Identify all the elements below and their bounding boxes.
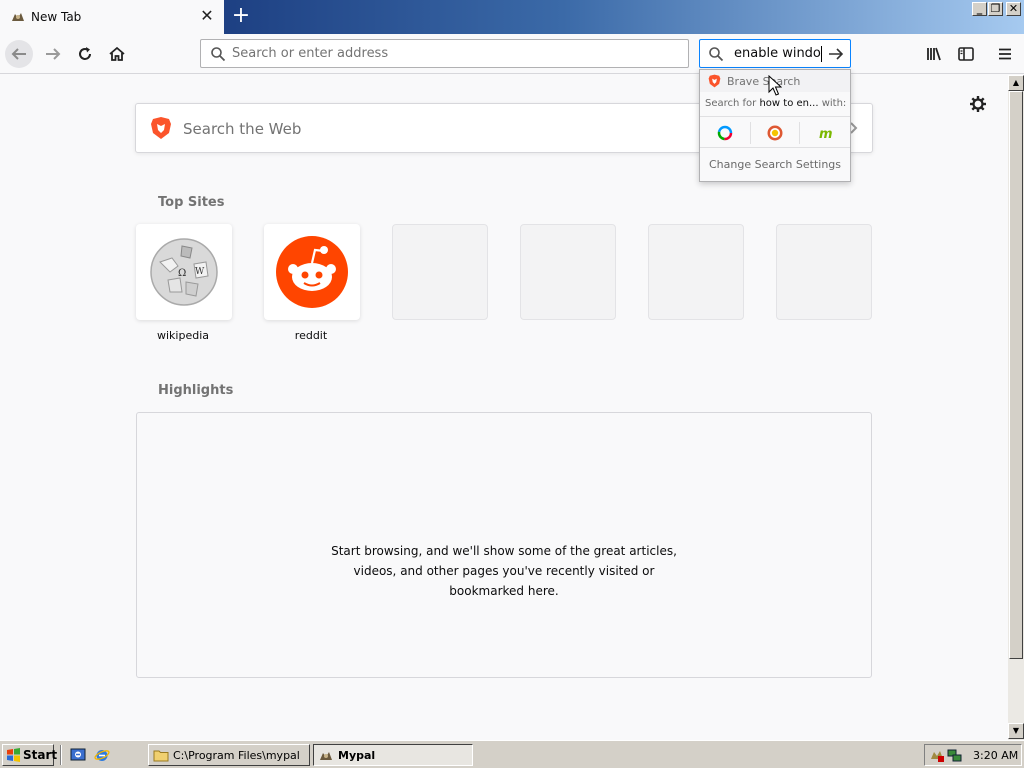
home-button[interactable] [103, 40, 131, 68]
reload-icon [79, 47, 91, 60]
address-placeholder: Search or enter address [232, 46, 389, 61]
text-caret [821, 46, 822, 62]
internet-explorer-icon[interactable] [94, 747, 110, 763]
go-arrow-icon[interactable] [828, 46, 844, 62]
gear-icon[interactable] [968, 94, 988, 114]
search-for-suffix: with: [818, 98, 847, 109]
web-search-placeholder: Search the Web [183, 120, 302, 138]
highlights-title: Highlights [158, 383, 234, 398]
tab-title: New Tab [31, 10, 82, 24]
top-site-tile-wikipedia[interactable]: Ω W [136, 224, 232, 320]
change-search-settings[interactable]: Change Search Settings [700, 158, 850, 171]
scroll-up-arrow-icon[interactable]: ▲ [1008, 75, 1024, 91]
tray-app-icon[interactable] [929, 747, 945, 763]
library-button[interactable] [920, 40, 948, 68]
sidebar-icon [958, 47, 974, 61]
mypal-app-icon [320, 752, 332, 760]
search-bar[interactable]: enable window [699, 39, 851, 68]
top-site-empty-tile [520, 224, 616, 320]
mojeek-icon: m [819, 127, 833, 141]
engine-button-mojeek[interactable]: m [800, 122, 850, 144]
wikipedia-icon: Ω W [150, 238, 218, 306]
library-icon [927, 47, 941, 61]
one-off-engines: m [700, 116, 850, 148]
taskbar-separator [60, 745, 62, 765]
svg-text:Ω: Ω [178, 268, 186, 279]
start-button[interactable]: Start [2, 744, 58, 766]
network-icon[interactable] [947, 747, 963, 763]
search-for-line: Search for how to en... with: [705, 98, 846, 109]
top-site-empty-tile [392, 224, 488, 320]
reload-button[interactable] [71, 40, 99, 68]
engine-button-qwant[interactable] [700, 122, 750, 144]
close-tab-icon[interactable]: ✕ [199, 8, 215, 24]
search-icon [709, 47, 724, 62]
system-tray: 3:20 AM [924, 744, 1022, 766]
task-label: C:\Program Files\mypal [173, 749, 300, 762]
top-site-empty-tile [648, 224, 744, 320]
home-icon [109, 46, 125, 61]
forward-button[interactable] [39, 40, 67, 68]
svg-text:m: m [819, 127, 833, 141]
top-site-empty-tile [776, 224, 872, 320]
back-button[interactable] [5, 40, 33, 68]
search-input-value: enable window [734, 46, 822, 61]
tab-new-tab[interactable]: New Tab ✕ [0, 0, 224, 34]
mypal-favicon-icon [12, 13, 24, 21]
close-window-button[interactable]: ✕ [1006, 2, 1021, 16]
scroll-down-arrow-icon[interactable]: ▼ [1008, 723, 1024, 739]
taskbar-task-mypal[interactable]: Mypal [313, 744, 473, 766]
windows-logo-icon [7, 748, 20, 762]
highlights-empty-message: Start browsing, and we'll show some of t… [331, 544, 677, 598]
taskbar-task-folder[interactable]: C:\Program Files\mypal [148, 744, 310, 766]
chevron-right-icon[interactable] [850, 122, 858, 134]
hamburger-menu-icon [999, 48, 1011, 60]
show-desktop-icon[interactable] [70, 747, 86, 763]
engine-button-duckduckgo[interactable] [750, 122, 800, 144]
search-for-prefix: Search for [705, 98, 760, 109]
minimize-button[interactable]: _ [972, 2, 987, 16]
forward-arrow-icon [46, 48, 61, 60]
search-icon [211, 47, 226, 62]
new-tab-button[interactable]: + [231, 5, 251, 27]
sidebar-button[interactable] [952, 40, 980, 68]
brave-logo-icon [151, 117, 171, 139]
mouse-cursor-icon [768, 75, 782, 96]
reddit-icon [276, 236, 348, 308]
scrollbar-thumb[interactable] [1009, 91, 1023, 659]
top-site-tile-reddit[interactable] [264, 224, 360, 320]
search-for-query: how to en... [759, 98, 819, 109]
brave-logo-icon [708, 74, 721, 88]
menu-button[interactable] [991, 40, 1019, 68]
search-engine-name: Brave Search [727, 75, 801, 88]
top-site-label: reddit [294, 329, 328, 342]
duckduckgo-icon [767, 125, 783, 141]
task-label: Mypal [338, 749, 376, 762]
clock[interactable]: 3:20 AM [973, 749, 1018, 762]
restore-button[interactable]: ❐ [988, 2, 1003, 16]
start-label: Start [23, 748, 58, 762]
top-site-label: wikipedia [156, 329, 209, 342]
top-sites-title: Top Sites [158, 195, 225, 210]
qwant-icon [717, 125, 733, 141]
svg-text:W: W [195, 267, 205, 277]
folder-icon [153, 750, 169, 762]
address-bar[interactable]: Search or enter address [200, 39, 689, 68]
back-arrow-icon [11, 48, 26, 60]
